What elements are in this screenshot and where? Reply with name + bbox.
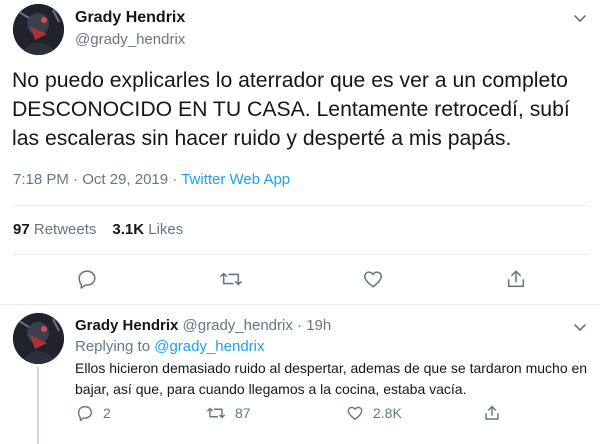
reply-icon [78,270,96,289]
likes-label: Likes [148,221,184,238]
reply-text-line: bajar, así que, para cuando llegamos a l… [75,381,467,397]
like-button[interactable] [362,268,384,290]
reply-like-button[interactable]: 2.8K [346,404,402,422]
reply-retweet-button[interactable]: 87 [206,404,251,422]
replying-to-handle[interactable]: @grady_hendrix [154,338,264,355]
avatar[interactable] [13,4,64,55]
author-handle[interactable]: @grady_hendrix [75,31,185,48]
tweet-app-link[interactable]: Twitter Web App [181,171,290,188]
avatar[interactable] [13,313,64,364]
retweet-icon [220,272,242,286]
tweet-date[interactable]: Oct 29, 2019 [82,171,168,188]
reply-icon [77,405,93,422]
share-icon [507,270,525,288]
header-separator: · [297,317,303,334]
tweet-stats: 97 Retweets 3.1K Likes [13,221,183,238]
reply-age[interactable]: 19h [306,317,331,334]
meta-separator: · [172,171,178,188]
reply-share-button[interactable] [483,404,501,422]
thread-line [37,367,39,444]
reply-text: Ellos hicieron demasiado ruido al desper… [75,358,590,400]
tweet-text-line: las escaleras sin hacer ruido y desperté… [12,127,512,150]
tweet-text: No puedo explicarles lo aterrador que es… [12,66,592,153]
meta-separator: · [73,171,79,188]
reply-button[interactable] [76,268,98,290]
share-icon [485,405,499,420]
share-button[interactable] [505,268,527,290]
chevron-down-icon[interactable] [572,10,588,26]
reply-author-handle[interactable]: @grady_hendrix [183,317,293,334]
retweet-count: 87 [235,405,251,421]
retweets-label: Retweets [33,221,97,238]
reply-author-name[interactable]: Grady Hendrix [75,317,178,334]
retweet-icon [207,407,225,419]
replying-to-label: Replying to [75,338,151,355]
reply-text-line: Ellos hicieron demasiado ruido al desper… [75,360,588,376]
reply-tweet[interactable]: Grady Hendrix @grady_hendrix · 19h Reply… [0,305,600,444]
retweets-stat[interactable]: 97 Retweets [13,221,96,238]
tweet-meta: 7:18 PM · Oct 29, 2019 · Twitter Web App [13,171,290,188]
divider [13,254,588,255]
divider [13,205,588,206]
like-icon [363,271,383,288]
chevron-down-icon[interactable] [572,319,588,335]
tweet-time[interactable]: 7:18 PM [13,171,69,188]
like-count: 2.8K [373,405,402,421]
retweet-button[interactable] [219,268,243,290]
reply-header: Grady Hendrix @grady_hendrix · 19h [75,317,331,334]
likes-count: 3.1K [112,221,145,238]
retweets-count: 97 [13,221,30,238]
tweet-text-line: No puedo explicarles lo aterrador que es… [12,69,568,92]
like-icon [347,406,363,421]
likes-stat[interactable]: 3.1K Likes [112,221,183,238]
replying-to: Replying to @grady_hendrix [75,338,265,355]
tweet-text-line: DESCONOCIDO EN TU CASA. Lentamente retro… [12,98,570,121]
reply-count: 2 [103,405,111,421]
reply-reply-button[interactable]: 2 [76,404,111,422]
main-tweet: Grady Hendrix @grady_hendrix No puedo ex… [0,0,600,304]
author-name[interactable]: Grady Hendrix [75,9,185,27]
